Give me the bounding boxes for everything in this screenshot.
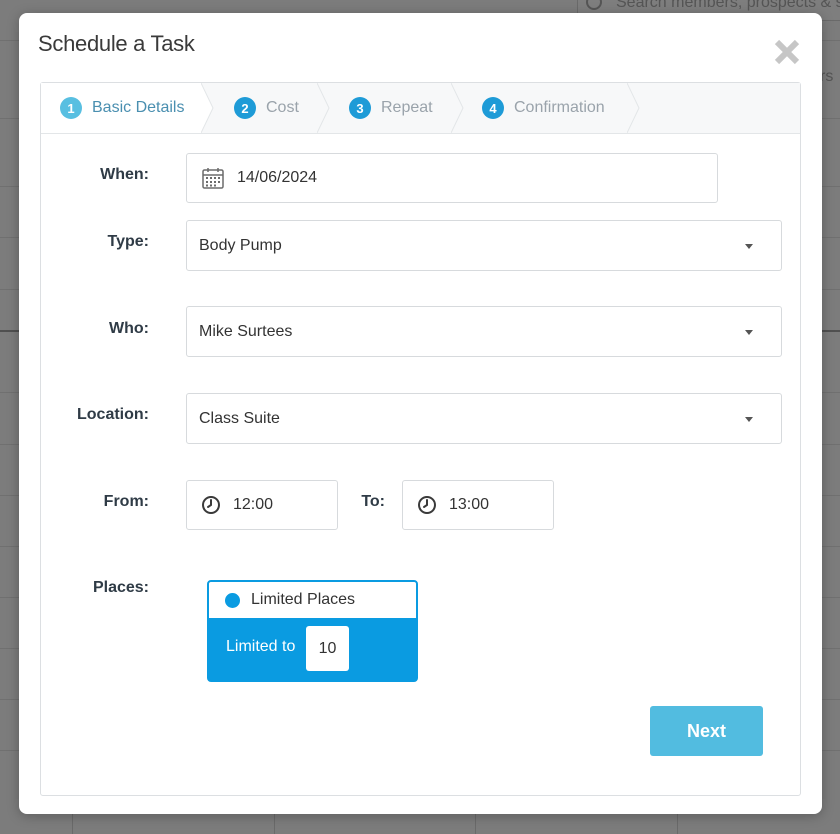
limited-places-radio[interactable]: Limited Places — [209, 582, 416, 618]
step-number: 3 — [349, 97, 371, 119]
step-separator — [317, 83, 330, 133]
clock-icon — [202, 496, 220, 514]
step-number: 1 — [60, 97, 82, 119]
who-select[interactable]: Mike Surtees — [186, 306, 782, 357]
search-icon — [586, 0, 602, 10]
from-label: From: — [103, 493, 149, 510]
step-label: Cost — [266, 99, 299, 116]
date-field[interactable]: 14/06/2024 — [186, 153, 718, 203]
limited-to-label: Limited to — [226, 638, 296, 655]
from-time-value: 12:00 — [233, 496, 274, 513]
wizard-steps: 1 Basic Details 2 Cost 3 Repeat 4 Confir… — [41, 83, 800, 134]
step-separator — [451, 83, 464, 133]
step-basic-details[interactable]: 1 Basic Details — [60, 83, 184, 133]
location-select[interactable]: Class Suite — [186, 393, 782, 444]
step-number: 4 — [482, 97, 504, 119]
step-label: Basic Details — [92, 99, 185, 116]
to-time-value: 13:00 — [449, 496, 490, 513]
who-label: Who: — [109, 320, 149, 337]
step-label: Confirmation — [514, 99, 605, 116]
type-value: Body Pump — [199, 236, 282, 254]
chevron-down-icon — [745, 329, 753, 335]
clock-icon — [418, 496, 436, 514]
from-time-field[interactable]: 12:00 — [186, 480, 338, 530]
chevron-down-icon — [745, 243, 753, 249]
step-separator — [627, 83, 640, 133]
places-option-card[interactable]: Limited Places Limited to 10 — [207, 580, 418, 682]
modal-title: Schedule a Task — [38, 31, 195, 56]
limited-places-label: Limited Places — [251, 591, 356, 608]
type-select[interactable]: Body Pump — [186, 220, 782, 271]
when-label: When: — [100, 166, 149, 183]
chevron-down-icon — [745, 416, 753, 422]
schedule-task-modal: Schedule a Task 1 Basic Details 2 Cost 3… — [19, 13, 822, 814]
background-search-placeholder: Search members, prospects & s — [616, 0, 840, 11]
location-value: Class Suite — [199, 409, 280, 427]
step-repeat[interactable]: 3 Repeat — [349, 83, 433, 133]
who-value: Mike Surtees — [199, 322, 293, 340]
radio-selected-icon — [225, 592, 240, 608]
calendar-icon — [202, 168, 224, 189]
location-label: Location: — [77, 406, 149, 423]
date-value: 14/06/2024 — [237, 169, 318, 186]
step-confirmation[interactable]: 4 Confirmation — [482, 83, 605, 133]
type-label: Type: — [107, 233, 149, 250]
wizard-panel: 1 Basic Details 2 Cost 3 Repeat 4 Confir… — [40, 82, 801, 796]
places-label: Places: — [92, 579, 149, 596]
to-label: To: — [361, 493, 385, 510]
next-button[interactable]: Next — [650, 706, 763, 756]
step-cost[interactable]: 2 Cost — [234, 83, 299, 133]
close-icon[interactable] — [772, 37, 802, 67]
limited-to-input[interactable]: 10 — [306, 626, 349, 671]
step-number: 2 — [234, 97, 256, 119]
step-label: Repeat — [381, 99, 433, 116]
step-separator — [201, 83, 214, 133]
to-time-field[interactable]: 13:00 — [402, 480, 554, 530]
